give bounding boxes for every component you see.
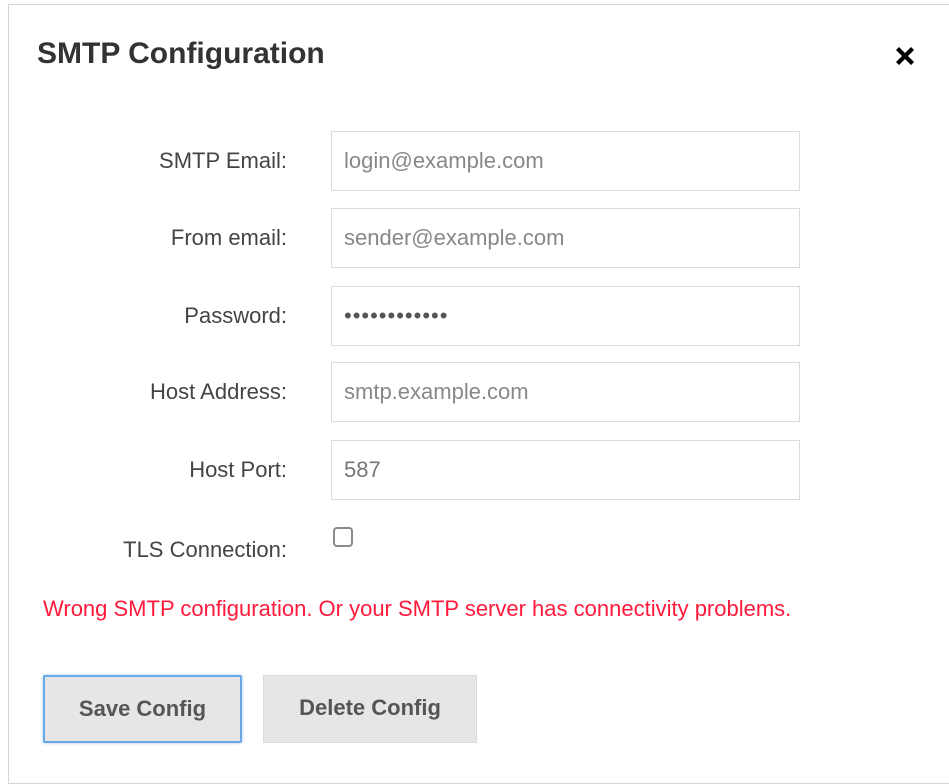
password-label: Password: bbox=[184, 303, 287, 328]
delete-config-button[interactable]: Delete Config bbox=[263, 675, 477, 743]
host-address-row: Host Address: bbox=[0, 362, 949, 422]
host-address-label: Host Address: bbox=[150, 379, 287, 404]
smtp-email-row: SMTP Email: bbox=[0, 131, 949, 191]
smtp-email-label: SMTP Email: bbox=[159, 148, 287, 173]
host-port-row: Host Port: bbox=[0, 440, 949, 500]
from-email-row: From email: bbox=[0, 208, 949, 268]
password-input[interactable] bbox=[331, 286, 800, 346]
tls-connection-checkbox[interactable] bbox=[333, 527, 353, 547]
save-config-button[interactable]: Save Config bbox=[43, 675, 242, 743]
from-email-input[interactable] bbox=[331, 208, 800, 268]
host-address-input[interactable] bbox=[331, 362, 800, 422]
password-row: Password: bbox=[0, 286, 949, 346]
dialog-title: SMTP Configuration bbox=[37, 37, 325, 70]
close-icon[interactable] bbox=[893, 44, 917, 68]
smtp-email-input[interactable] bbox=[331, 131, 800, 191]
host-port-input[interactable] bbox=[331, 440, 800, 500]
error-message: Wrong SMTP configuration. Or your SMTP s… bbox=[43, 596, 792, 621]
from-email-label: From email: bbox=[170, 225, 287, 250]
host-port-label: Host Port: bbox=[189, 457, 287, 482]
tls-connection-label: TLS Connection: bbox=[123, 537, 287, 562]
